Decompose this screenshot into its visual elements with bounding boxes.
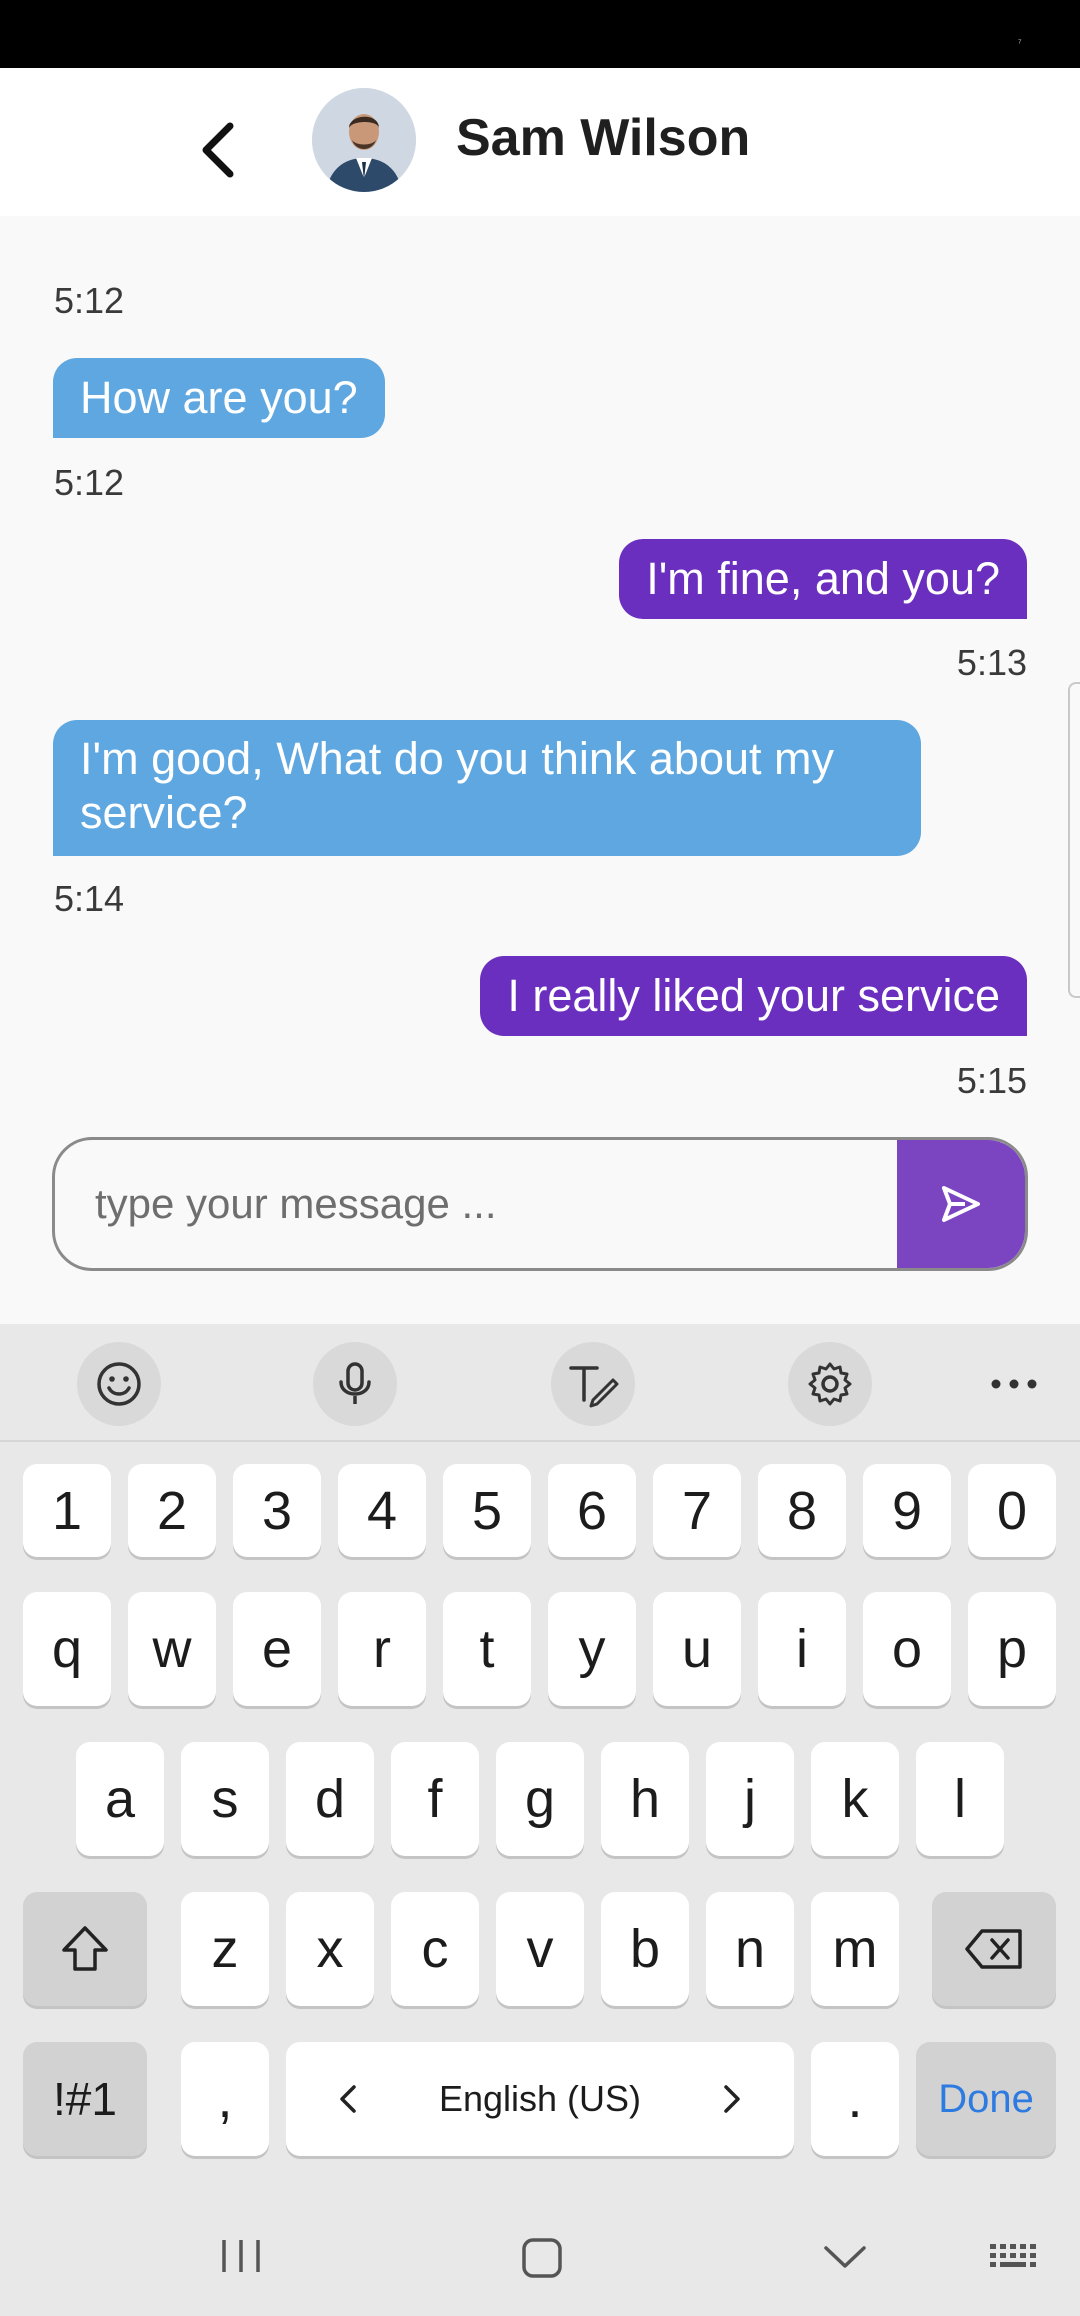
message-composer: type your message ... <box>52 1137 1028 1271</box>
message-timestamp: 5:12 <box>54 280 125 321</box>
voice-input-button[interactable] <box>313 1342 397 1426</box>
key-b[interactable]: b <box>601 1892 689 2006</box>
key-j[interactable]: j <box>706 1742 794 1856</box>
key-s[interactable]: s <box>181 1742 269 1856</box>
backspace-icon <box>965 1929 1022 1969</box>
home-icon <box>522 2238 562 2278</box>
handwriting-button[interactable] <box>551 1342 635 1426</box>
outgoing-message-bubble[interactable]: I'm fine, and you? <box>619 539 1027 619</box>
chat-header: Sam Wilson <box>0 68 1080 216</box>
recents-icon <box>222 2240 260 2272</box>
more-icon <box>991 1379 1037 1389</box>
key-0[interactable]: 0 <box>968 1464 1056 1557</box>
key-g[interactable]: g <box>496 1742 584 1856</box>
key-c[interactable]: c <box>391 1892 479 2006</box>
message-timestamp: 5:14 <box>54 878 125 919</box>
backspace-key[interactable] <box>932 1892 1056 2006</box>
key-3[interactable]: 3 <box>233 1464 321 1557</box>
message-timestamp: 5:15 <box>956 1060 1027 1101</box>
key-7[interactable]: 7 <box>653 1464 741 1557</box>
send-button[interactable] <box>897 1140 1025 1268</box>
keyboard-toggle-button[interactable] <box>988 2242 1042 2277</box>
more-options-button[interactable] <box>972 1342 1056 1426</box>
incoming-message-bubble[interactable]: How are you? <box>53 358 385 438</box>
outgoing-message-bubble[interactable]: I really liked your service <box>480 956 1027 1036</box>
key-k[interactable]: k <box>811 1742 899 1856</box>
key-5[interactable]: 5 <box>443 1464 531 1557</box>
key-w[interactable]: w <box>128 1592 216 1706</box>
key-u[interactable]: u <box>653 1592 741 1706</box>
chevron-left-icon <box>340 2085 356 2113</box>
home-button[interactable] <box>520 2236 564 2285</box>
message-input[interactable]: type your message ... <box>95 1180 497 1228</box>
status-indicator-icon: ⁷ <box>1018 38 1022 49</box>
key-6[interactable]: 6 <box>548 1464 636 1557</box>
key-1[interactable]: 1 <box>23 1464 111 1557</box>
chevron-right-icon <box>724 2085 740 2113</box>
message-text: I'm fine, and you? <box>646 553 1000 604</box>
key-l[interactable]: l <box>916 1742 1004 1856</box>
key-p[interactable]: p <box>968 1592 1056 1706</box>
language-label: English (US) <box>438 2078 642 2119</box>
emoji-button[interactable] <box>77 1342 161 1426</box>
key-t[interactable]: t <box>443 1592 531 1706</box>
key-z[interactable]: z <box>181 1892 269 2006</box>
person-portrait-icon <box>312 88 416 192</box>
space-key[interactable]: English (US) <box>286 2042 794 2156</box>
done-key[interactable]: Done <box>916 2042 1056 2156</box>
key-y[interactable]: y <box>548 1592 636 1706</box>
key-8[interactable]: 8 <box>758 1464 846 1557</box>
key-9[interactable]: 9 <box>863 1464 951 1557</box>
settings-icon <box>808 1362 852 1406</box>
message-text: I really liked your service <box>507 970 1000 1021</box>
chevron-left-icon <box>202 122 234 178</box>
key-2[interactable]: 2 <box>128 1464 216 1557</box>
contact-name: Sam Wilson <box>456 109 751 167</box>
avatar[interactable] <box>312 88 416 192</box>
status-bar: ⁷ <box>0 0 1080 68</box>
message-timestamp: 5:13 <box>956 642 1027 683</box>
key-d[interactable]: d <box>286 1742 374 1856</box>
shift-key[interactable] <box>23 1892 147 2006</box>
key-n[interactable]: n <box>706 1892 794 2006</box>
back-icon <box>824 2246 866 2268</box>
key-4[interactable]: 4 <box>338 1464 426 1557</box>
key-a[interactable]: a <box>76 1742 164 1856</box>
key-x[interactable]: x <box>286 1892 374 2006</box>
key-i[interactable]: i <box>758 1592 846 1706</box>
message-text: I'm good, What do you think about my ser… <box>80 733 834 838</box>
system-navigation-bar <box>0 2196 1080 2316</box>
message-timestamp: 5:12 <box>54 462 125 503</box>
key-h[interactable]: h <box>601 1742 689 1856</box>
key-v[interactable]: v <box>496 1892 584 2006</box>
keyboard: 1 2 3 4 5 6 7 8 9 0 q w e r t y u i o p … <box>0 1324 1080 2316</box>
key-f[interactable]: f <box>391 1742 479 1856</box>
scroll-handle[interactable] <box>1068 682 1080 998</box>
keyboard-divider <box>0 1440 1080 1442</box>
back-button[interactable] <box>190 120 250 180</box>
key-e[interactable]: e <box>233 1592 321 1706</box>
message-text: How are you? <box>80 372 358 423</box>
comma-key[interactable]: , <box>181 2042 269 2156</box>
incoming-message-bubble[interactable]: I'm good, What do you think about my ser… <box>53 720 921 856</box>
key-o[interactable]: o <box>863 1592 951 1706</box>
symbols-key[interactable]: !#1 <box>23 2042 147 2156</box>
key-r[interactable]: r <box>338 1592 426 1706</box>
recents-button[interactable] <box>218 2236 264 2281</box>
key-q[interactable]: q <box>23 1592 111 1706</box>
shift-icon <box>62 1926 108 1971</box>
emoji-icon <box>97 1362 141 1406</box>
keyboard-settings-button[interactable] <box>788 1342 872 1426</box>
microphone-icon <box>339 1362 371 1404</box>
period-key[interactable]: . <box>811 2042 899 2156</box>
key-m[interactable]: m <box>811 1892 899 2006</box>
keyboard-toggle-icon <box>990 2244 1036 2267</box>
nav-back-button[interactable] <box>822 2242 868 2277</box>
send-icon <box>942 1186 980 1222</box>
handwriting-icon <box>569 1366 619 1408</box>
